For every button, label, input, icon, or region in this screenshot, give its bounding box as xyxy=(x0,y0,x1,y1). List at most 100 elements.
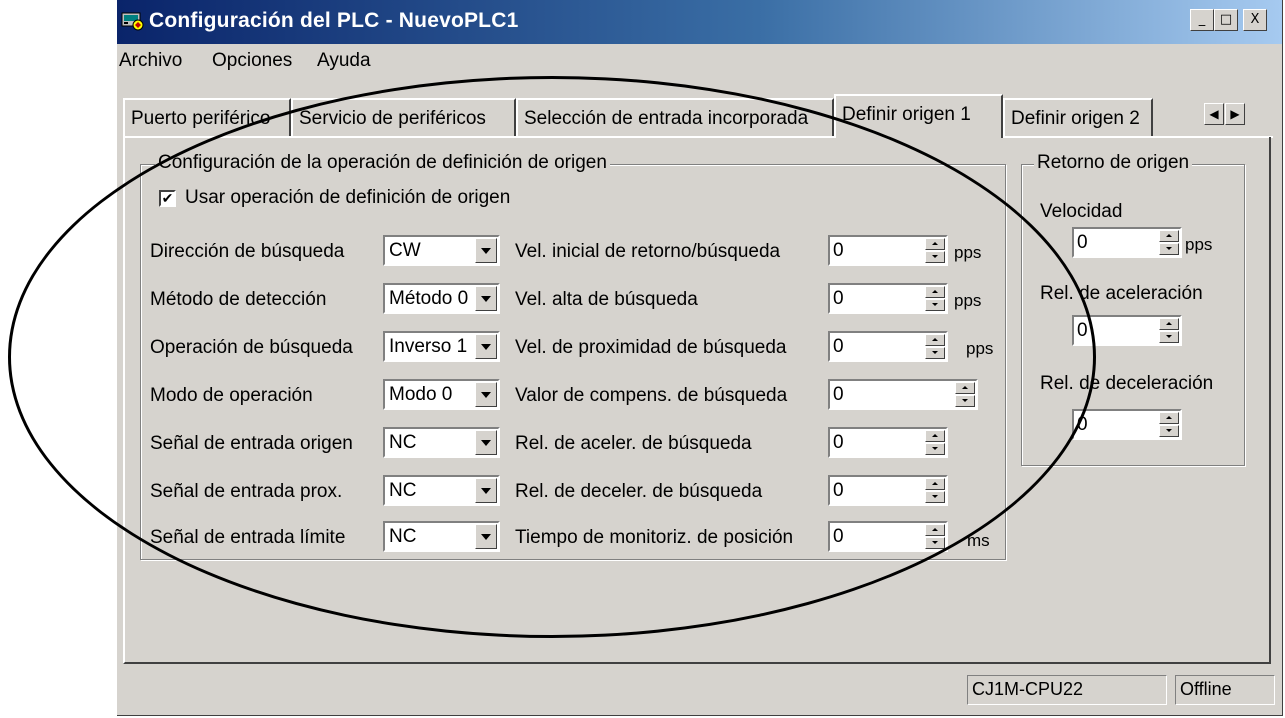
rel-deceleracion-spinner[interactable]: 0 xyxy=(1072,409,1182,440)
spin-down-icon[interactable] xyxy=(1159,243,1179,255)
spin-up-icon[interactable] xyxy=(1159,412,1179,424)
spin-value: 0 xyxy=(833,480,844,501)
spinner-buttons[interactable] xyxy=(1159,318,1179,343)
direccion-busqueda-label: Dirección de búsqueda xyxy=(150,241,345,262)
spinner-buttons[interactable] xyxy=(925,430,945,455)
tab-puerto-periferico[interactable]: Puerto periférico xyxy=(123,98,291,136)
operacion-busqueda-select[interactable]: Inverso 1 xyxy=(383,331,500,362)
senal-entrada-limite-select[interactable]: NC xyxy=(383,521,500,552)
tiempo-monitoriz-spinner[interactable]: 0 xyxy=(828,521,948,552)
rel-deceler-label: Rel. de deceler. de búsqueda xyxy=(515,481,763,502)
velocidad-label: Velocidad xyxy=(1040,201,1123,222)
senal-entrada-prox-select[interactable]: NC xyxy=(383,475,500,506)
tab-scroll-left-icon[interactable]: ◀ xyxy=(1204,103,1224,125)
valor-compens-label: Valor de compens. de búsqueda xyxy=(515,385,788,406)
spin-down-icon[interactable] xyxy=(1159,425,1179,437)
rel-deceler-spinner[interactable]: 0 xyxy=(828,475,948,506)
spin-value: 0 xyxy=(833,526,844,547)
menu-opciones[interactable]: Opciones xyxy=(212,50,292,72)
maximize-button[interactable]: □ xyxy=(1214,9,1238,31)
metodo-deteccion-select[interactable]: Método 0 xyxy=(383,283,500,314)
spin-up-icon[interactable] xyxy=(925,524,945,536)
spinner-buttons[interactable] xyxy=(925,334,945,359)
spin-down-icon[interactable] xyxy=(925,443,945,455)
rel-aceler-spinner[interactable]: 0 xyxy=(828,427,948,458)
metodo-deteccion-label: Método de detección xyxy=(150,289,327,310)
use-origin-checkbox[interactable]: ✔ xyxy=(159,190,176,207)
plc-config-icon xyxy=(121,10,145,32)
spin-up-icon[interactable] xyxy=(1159,230,1179,242)
tab-scroll-right-icon[interactable]: ▶ xyxy=(1225,103,1245,125)
spin-up-icon[interactable] xyxy=(1159,318,1179,330)
modo-operacion-select[interactable]: Modo 0 xyxy=(383,379,500,410)
vel-inicial-label: Vel. inicial de retorno/búsqueda xyxy=(515,241,781,262)
menu-ayuda[interactable]: Ayuda xyxy=(317,50,371,72)
spin-down-icon[interactable] xyxy=(925,299,945,311)
senal-entrada-origen-select[interactable]: NC xyxy=(383,427,500,458)
spin-up-icon[interactable] xyxy=(925,334,945,346)
spinner-buttons[interactable] xyxy=(925,238,945,263)
status-mode: Offline xyxy=(1175,675,1275,705)
origin-config-group: Configuración de la operación de definic… xyxy=(140,152,1006,560)
spin-down-icon[interactable] xyxy=(925,537,945,549)
spinner-buttons[interactable] xyxy=(1159,230,1179,255)
spinner-buttons[interactable] xyxy=(925,524,945,549)
tab-definir-origen-1[interactable]: Definir origen 1 xyxy=(834,94,1003,138)
spin-down-icon[interactable] xyxy=(955,395,975,407)
velocidad-spinner[interactable]: 0 xyxy=(1072,227,1182,258)
tab-panel-definir-origen-1: Configuración de la operación de definic… xyxy=(123,137,1271,664)
spinner-buttons[interactable] xyxy=(925,478,945,503)
close-button[interactable]: X xyxy=(1243,9,1267,31)
window-title: Configuración del PLC - NuevoPLC1 xyxy=(149,9,519,32)
spin-up-icon[interactable] xyxy=(925,238,945,250)
valor-compens-spinner[interactable]: 0 xyxy=(828,379,978,410)
combo-value: NC xyxy=(389,480,417,501)
chevron-down-icon[interactable] xyxy=(475,334,497,359)
direccion-busqueda-select[interactable]: CW xyxy=(383,235,500,266)
chevron-down-icon[interactable] xyxy=(475,382,497,407)
chevron-down-icon[interactable] xyxy=(475,524,497,549)
spin-down-icon[interactable] xyxy=(1159,331,1179,343)
spinner-buttons[interactable] xyxy=(955,382,975,407)
tab-seleccion-entrada[interactable]: Selección de entrada incorporada xyxy=(516,98,834,136)
spin-value: 0 xyxy=(833,336,844,357)
vel-inicial-spinner[interactable]: 0 xyxy=(828,235,948,266)
title-bar[interactable]: Configuración del PLC - NuevoPLC1 _ □ X xyxy=(117,0,1282,44)
combo-value: Método 0 xyxy=(389,288,469,309)
tiempo-monitoriz-unit: ms xyxy=(967,531,990,550)
vel-proximidad-unit: pps xyxy=(966,339,994,358)
spin-up-icon[interactable] xyxy=(925,478,945,490)
menu-archivo[interactable]: Archivo xyxy=(119,50,182,72)
vel-alta-spinner[interactable]: 0 xyxy=(828,283,948,314)
spin-down-icon[interactable] xyxy=(925,251,945,263)
spin-up-icon[interactable] xyxy=(925,286,945,298)
spin-down-icon[interactable] xyxy=(925,491,945,503)
senal-entrada-prox-label: Señal de entrada prox. xyxy=(150,481,343,502)
tab-servicio-perifericos[interactable]: Servicio de periféricos xyxy=(291,98,516,136)
menu-bar: Archivo Opciones Ayuda xyxy=(117,46,1282,76)
combo-value: Inverso 1 xyxy=(389,336,468,357)
spin-value: 0 xyxy=(1077,232,1088,253)
chevron-down-icon[interactable] xyxy=(475,286,497,311)
senal-entrada-origen-label: Señal de entrada origen xyxy=(150,433,353,454)
rel-aceleracion-label: Rel. de aceleración xyxy=(1040,283,1203,304)
tiempo-monitoriz-label: Tiempo de monitoriz. de posición xyxy=(515,527,794,548)
chevron-down-icon[interactable] xyxy=(475,478,497,503)
spin-up-icon[interactable] xyxy=(925,430,945,442)
spin-up-icon[interactable] xyxy=(955,382,975,394)
tab-definir-origen-2[interactable]: Definir origen 2 xyxy=(1003,98,1153,136)
chevron-down-icon[interactable] xyxy=(475,430,497,455)
rel-aceleracion-spinner[interactable]: 0 xyxy=(1072,315,1182,346)
spinner-buttons[interactable] xyxy=(1159,412,1179,437)
origin-config-group-title: Configuración de la operación de definic… xyxy=(155,152,610,174)
spin-down-icon[interactable] xyxy=(925,347,945,359)
combo-value: NC xyxy=(389,432,417,453)
chevron-down-icon[interactable] xyxy=(475,238,497,263)
vel-proximidad-spinner[interactable]: 0 xyxy=(828,331,948,362)
spinner-buttons[interactable] xyxy=(925,286,945,311)
minimize-button[interactable]: _ xyxy=(1190,9,1214,31)
vel-proximidad-label: Vel. de proximidad de búsqueda xyxy=(515,337,787,358)
spin-value: 0 xyxy=(833,384,844,405)
status-cpu: CJ1M-CPU22 xyxy=(967,675,1167,705)
vel-alta-unit: pps xyxy=(954,291,982,310)
